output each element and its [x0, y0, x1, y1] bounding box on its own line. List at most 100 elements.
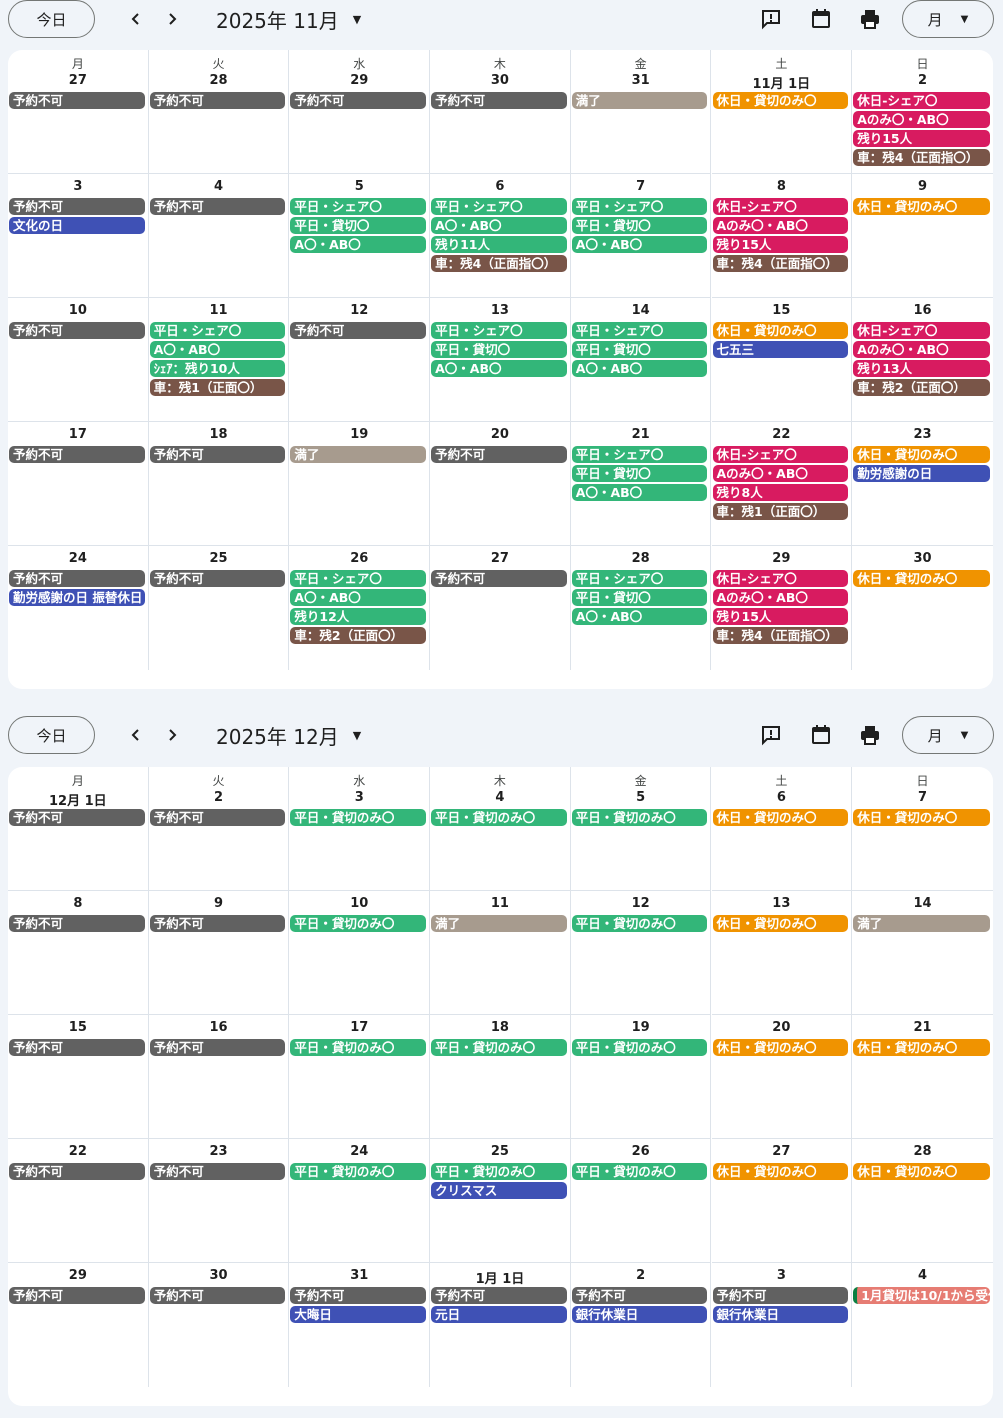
day-number[interactable]: 2: [852, 73, 993, 88]
day-cell[interactable]: 28 平日・シェア〇 平日・貸切〇 A〇・AB〇: [571, 546, 712, 670]
day-number[interactable]: 27: [712, 1144, 852, 1159]
event-chip[interactable]: 残り15人: [712, 236, 849, 253]
day-cell[interactable]: 18 予約不可: [148, 422, 290, 546]
day-cell[interactable]: 木 4 平日・貸切のみ〇: [430, 767, 571, 891]
day-cell[interactable]: 13 休日・貸切のみ〇: [711, 891, 853, 1015]
event-chip[interactable]: 予約不可: [149, 570, 286, 587]
event-chip[interactable]: 平日・貸切〇: [571, 465, 708, 482]
day-cell[interactable]: 23 予約不可: [148, 1139, 290, 1263]
day-cell[interactable]: 2 予約不可 銀行休業日: [571, 1263, 712, 1387]
event-chip[interactable]: 車：残4（正面指〇）: [712, 255, 849, 272]
day-cell[interactable]: 日 7 休日・貸切のみ〇: [852, 767, 993, 891]
event-chip[interactable]: 休日・貸切のみ〇: [853, 1163, 990, 1180]
event-chip[interactable]: 予約不可: [149, 446, 286, 463]
today-button[interactable]: 今日: [8, 716, 95, 754]
day-cell[interactable]: 30 予約不可: [149, 1263, 290, 1387]
event-chip[interactable]: 車：残4（正面指〇）: [431, 255, 567, 272]
day-cell[interactable]: 29 休日-シェア〇 Aのみ〇・AB〇 残り15人 車：残4（正面指〇）: [712, 546, 853, 670]
day-cell[interactable]: 木 30 予約不可: [430, 50, 571, 174]
day-cell[interactable]: 19 満了: [289, 422, 431, 546]
day-number[interactable]: 7: [571, 179, 711, 194]
day-number[interactable]: 22: [712, 427, 852, 442]
day-number[interactable]: 20: [430, 427, 570, 442]
event-chip[interactable]: 平日・シェア〇: [571, 570, 708, 587]
day-cell[interactable]: 3 予約不可 文化の日: [8, 174, 149, 298]
day-cell[interactable]: 25 予約不可: [149, 546, 290, 670]
event-chip[interactable]: 文化の日: [9, 217, 145, 234]
day-number[interactable]: 29: [712, 551, 852, 566]
event-chip[interactable]: 休日-シェア〇: [712, 446, 849, 463]
day-number[interactable]: 8: [8, 896, 148, 911]
day-cell[interactable]: 16 予約不可: [148, 1015, 290, 1139]
day-cell[interactable]: 26 平日・シェア〇 A〇・AB〇 残り12人 車：残2（正面〇）: [289, 546, 431, 670]
day-number[interactable]: 11月 1日: [712, 73, 852, 92]
event-chip[interactable]: 休日・貸切のみ〇: [712, 322, 849, 339]
event-chip[interactable]: 休日-シェア〇: [853, 92, 990, 109]
event-chip[interactable]: 平日・貸切のみ〇: [290, 809, 427, 826]
day-number[interactable]: 26: [571, 1144, 711, 1159]
day-cell[interactable]: 18 平日・貸切のみ〇: [430, 1015, 571, 1139]
day-number[interactable]: 26: [289, 551, 429, 566]
day-cell[interactable]: 13 平日・シェア〇 平日・貸切〇 A〇・AB〇: [430, 298, 571, 422]
event-chip[interactable]: A〇・AB〇: [149, 341, 286, 358]
event-chip[interactable]: A〇・AB〇: [571, 484, 708, 501]
event-chip[interactable]: 車：残1（正面〇）: [149, 379, 286, 396]
day-number[interactable]: 21: [571, 427, 711, 442]
day-number[interactable]: 16: [852, 303, 993, 318]
day-number[interactable]: 31: [571, 73, 711, 88]
day-number[interactable]: 9: [149, 896, 289, 911]
day-number[interactable]: 22: [8, 1144, 148, 1159]
day-number[interactable]: 25: [149, 551, 289, 566]
event-chip[interactable]: 平日・シェア〇: [149, 322, 286, 339]
event-chip[interactable]: 銀行休業日: [571, 1306, 708, 1323]
day-number[interactable]: 30: [852, 551, 993, 566]
day-number[interactable]: 18: [430, 1020, 570, 1035]
day-number[interactable]: 2: [149, 790, 289, 805]
day-number[interactable]: 28: [149, 73, 289, 88]
day-cell[interactable]: 金 5 平日・貸切のみ〇: [570, 767, 712, 891]
event-chip[interactable]: 予約不可: [290, 92, 427, 109]
day-number[interactable]: 12: [289, 303, 429, 318]
event-chip[interactable]: 予約不可: [571, 1287, 708, 1304]
day-cell[interactable]: 8 予約不可: [8, 891, 149, 1015]
day-number[interactable]: 23: [852, 427, 993, 442]
day-number[interactable]: 20: [712, 1020, 852, 1035]
day-number[interactable]: 13: [712, 896, 852, 911]
event-chip[interactable]: 車：残2（正面〇）: [290, 627, 427, 644]
event-chip[interactable]: 休日・貸切のみ〇: [853, 809, 990, 826]
event-chip[interactable]: 休日-シェア〇: [712, 198, 849, 215]
day-number[interactable]: 5: [289, 179, 429, 194]
day-cell[interactable]: 11 満了: [430, 891, 571, 1015]
day-number[interactable]: 3: [289, 790, 429, 805]
event-chip[interactable]: 休日・貸切のみ〇: [853, 198, 990, 215]
event-chip[interactable]: 予約不可: [149, 198, 286, 215]
day-cell[interactable]: 19 平日・貸切のみ〇: [570, 1015, 712, 1139]
event-chip[interactable]: 予約不可: [149, 915, 286, 932]
day-cell[interactable]: 日 2 休日-シェア〇 Aのみ〇・AB〇 残り15人 車：残4（正面指〇）: [852, 50, 993, 174]
chevron-left-icon[interactable]: [122, 5, 150, 33]
event-chip[interactable]: Aのみ〇・AB〇: [853, 341, 990, 358]
event-chip[interactable]: 予約不可: [431, 570, 567, 587]
day-number[interactable]: 24: [289, 1144, 429, 1159]
event-chip[interactable]: 予約不可: [9, 570, 145, 587]
day-number[interactable]: 3: [712, 1268, 852, 1283]
day-number[interactable]: 14: [571, 303, 711, 318]
event-chip[interactable]: ｼｪｱ：残り10人: [149, 360, 286, 377]
day-cell[interactable]: 土 6 休日・貸切のみ〇: [711, 767, 853, 891]
event-chip[interactable]: 予約不可: [431, 92, 567, 109]
day-cell[interactable]: 14 満了: [852, 891, 993, 1015]
event-chip[interactable]: A〇・AB〇: [571, 608, 708, 625]
event-chip[interactable]: 平日・貸切〇: [290, 217, 427, 234]
day-number[interactable]: 13: [430, 303, 570, 318]
event-chip[interactable]: A〇・AB〇: [571, 236, 708, 253]
day-number[interactable]: 10: [8, 303, 148, 318]
event-chip[interactable]: 休日・貸切のみ〇: [853, 570, 990, 587]
day-cell[interactable]: 27 休日・貸切のみ〇: [711, 1139, 853, 1263]
event-chip[interactable]: A〇・AB〇: [290, 236, 427, 253]
event-chip[interactable]: 休日・貸切のみ〇: [712, 915, 849, 932]
day-cell[interactable]: 9 予約不可: [148, 891, 290, 1015]
event-chip[interactable]: 休日・貸切のみ〇: [712, 809, 849, 826]
event-chip[interactable]: 平日・貸切のみ〇: [431, 809, 567, 826]
event-chip[interactable]: Aのみ〇・AB〇: [853, 111, 990, 128]
event-chip[interactable]: 平日・貸切のみ〇: [431, 1163, 567, 1180]
